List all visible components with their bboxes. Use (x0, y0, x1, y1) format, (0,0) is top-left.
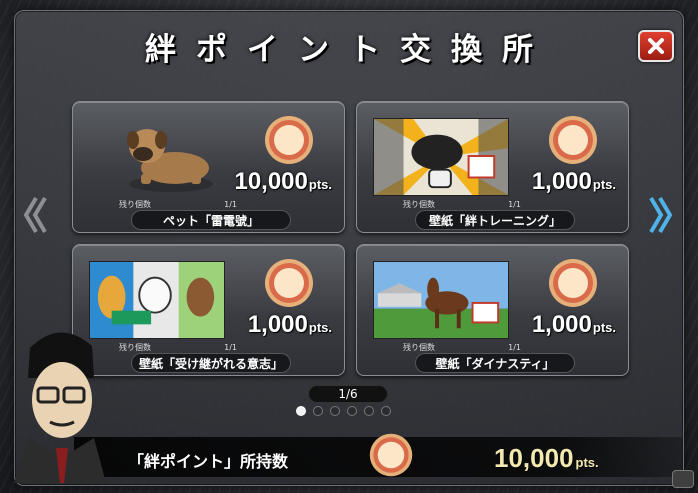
stock-info: 残り個数 1/1 (403, 199, 521, 209)
site-watermark (672, 470, 694, 488)
kizuna-badge-icon (549, 259, 597, 307)
item-card-kizuna-training[interactable]: 1,000pts. 残り個数 1/1 壁紙「絆トレーニング」 (356, 101, 629, 233)
page-dot[interactable] (364, 406, 374, 416)
page-dots (296, 406, 391, 416)
kizuna-badge-icon (265, 116, 313, 164)
page-indicator: 1/6 (308, 385, 388, 403)
kizuna-badge-icon (369, 433, 413, 477)
item-price: 10,000pts. (234, 168, 332, 195)
page-dot[interactable] (330, 406, 340, 416)
chevron-right-icon[interactable] (648, 194, 674, 236)
points-value: 10,000 pts. (494, 443, 599, 473)
item-name: 壁紙「絆トレーニング」 (415, 210, 575, 230)
item-price: 1,000pts. (531, 311, 616, 338)
item-card-uketsugareru-ishi[interactable]: 1,000pts. 残り個数 1/1 壁紙「受け継がれる意志」 (72, 244, 345, 376)
close-button[interactable] (638, 30, 674, 62)
item-price: 1,000pts. (531, 168, 616, 195)
item-name: ペット「雷電號」 (131, 210, 291, 230)
kizuna-badge-icon (549, 116, 597, 164)
stock-info: 残り個数 1/1 (119, 199, 237, 209)
page-title: 絆ポイント交換所 (145, 32, 553, 68)
item-price: 1,000pts. (247, 311, 332, 338)
character-portrait (14, 332, 106, 483)
pet-dog-image (127, 129, 213, 192)
kizuna-badge-icon (265, 259, 313, 307)
points-label: 「絆ポイント」所持数 (128, 452, 289, 471)
stock-info: 残り個数 1/1 (119, 342, 237, 352)
close-x-icon (648, 38, 664, 54)
item-name: 壁紙「ダイナスティ」 (415, 353, 575, 373)
page-dot[interactable] (347, 406, 357, 416)
page-dot[interactable] (381, 406, 391, 416)
page-dot[interactable] (313, 406, 323, 416)
item-card-raidengo[interactable]: 10,000pts. 残り個数 1/1 ペット「雷電號」 (72, 101, 345, 233)
page-dot[interactable] (296, 406, 306, 416)
chevron-left-icon[interactable] (22, 194, 48, 236)
item-name: 壁紙「受け継がれる意志」 (131, 353, 291, 373)
wallpaper-thumbnail (373, 261, 509, 339)
item-card-dynasty[interactable]: 1,000pts. 残り個数 1/1 壁紙「ダイナスティ」 (356, 244, 629, 376)
stock-info: 残り個数 1/1 (403, 342, 521, 352)
wallpaper-thumbnail (373, 118, 509, 196)
